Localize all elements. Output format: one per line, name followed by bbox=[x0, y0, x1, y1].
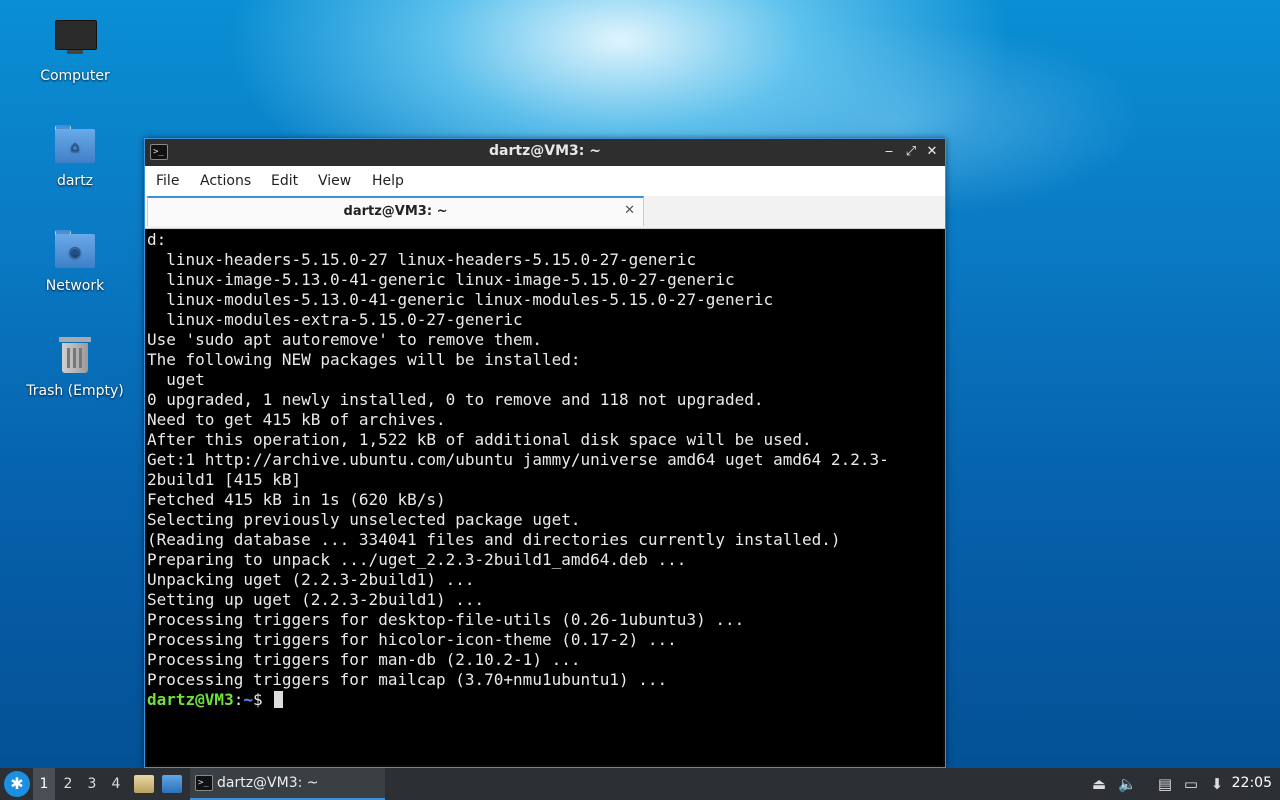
terminal-line: d: bbox=[147, 230, 167, 249]
eject-icon[interactable]: ⏏ bbox=[1090, 774, 1108, 794]
taskbar-item-label: dartz@VM3: ~ bbox=[217, 775, 319, 791]
terminal-line: linux-modules-extra-5.15.0-27-generic bbox=[147, 310, 523, 329]
close-button[interactable]: ✕ bbox=[922, 142, 942, 162]
menu-help[interactable]: Help bbox=[372, 173, 404, 189]
text-cursor bbox=[274, 691, 284, 708]
workspace-4[interactable]: 4 bbox=[105, 768, 127, 800]
clipboard-icon[interactable]: ▤ bbox=[1156, 774, 1174, 794]
volume-icon[interactable]: 🔈 bbox=[1118, 774, 1137, 794]
terminal-line: Use 'sudo apt autoremove' to remove them… bbox=[147, 330, 542, 349]
tab-bar: dartz@VM3: ~ ✕ bbox=[145, 196, 945, 229]
terminal-line: 0 upgraded, 1 newly installed, 0 to remo… bbox=[147, 390, 764, 409]
desktop-icon-label: Computer bbox=[40, 68, 110, 84]
terminal-line: Preparing to unpack .../uget_2.2.3-2buil… bbox=[147, 550, 687, 569]
workspace-2[interactable]: 2 bbox=[57, 768, 79, 800]
desktop-icon-trash[interactable]: Trash (Empty) bbox=[20, 333, 130, 399]
start-menu-icon[interactable]: ✱ bbox=[4, 771, 30, 797]
menubar: File Actions Edit View Help bbox=[145, 166, 945, 196]
tab-terminal[interactable]: dartz@VM3: ~ ✕ bbox=[147, 196, 644, 226]
terminal-line: Selecting previously unselected package … bbox=[147, 510, 581, 529]
prompt-user: dartz@VM3 bbox=[147, 690, 234, 709]
prompt-symbol: $ bbox=[252, 690, 273, 709]
terminal-line: Get:1 http://archive.ubuntu.com/ubuntu j… bbox=[147, 450, 889, 469]
terminal-line: Fetched 415 kB in 1s (620 kB/s) bbox=[147, 490, 446, 509]
taskbar: ✱ 1 2 3 4 >_ dartz@VM3: ~ ⏏ 🔈 ▤ ▭ ⬇ 22:0… bbox=[0, 768, 1280, 800]
tab-label: dartz@VM3: ~ bbox=[343, 204, 448, 219]
terminal-line: linux-modules-5.13.0-41-generic linux-mo… bbox=[147, 290, 774, 309]
menu-actions[interactable]: Actions bbox=[200, 173, 251, 189]
terminal-line: linux-headers-5.15.0-27 linux-headers-5.… bbox=[147, 250, 697, 269]
terminal-line: Unpacking uget (2.2.3-2build1) ... bbox=[147, 570, 475, 589]
terminal-line: (Reading database ... 334041 files and d… bbox=[147, 530, 841, 549]
home-folder-icon: ⌂ bbox=[53, 123, 97, 167]
workspace-1[interactable]: 1 bbox=[33, 768, 55, 800]
terminal-window: >_ dartz@VM3: ~ ‒ ⤢ ✕ File Actions Edit … bbox=[144, 138, 946, 768]
workspace-3[interactable]: 3 bbox=[81, 768, 103, 800]
desktop-icon-label: dartz bbox=[56, 173, 94, 189]
terminal-line: Processing triggers for mailcap (3.70+nm… bbox=[147, 670, 668, 689]
trash-icon bbox=[53, 333, 97, 377]
prompt-line: dartz@VM3:~$ bbox=[147, 690, 943, 710]
terminal-line: Setting up uget (2.2.3-2build1) ... bbox=[147, 590, 485, 609]
show-desktop-icon[interactable] bbox=[162, 775, 182, 793]
clock: 22:05 bbox=[1231, 775, 1272, 791]
terminal-line: The following NEW packages will be insta… bbox=[147, 350, 581, 369]
network-folder-icon: ◉ bbox=[53, 228, 97, 272]
desktop-icon-label: Network bbox=[45, 278, 105, 294]
desktop-icon-home-folder[interactable]: ⌂ dartz bbox=[20, 123, 130, 189]
terminal-icon: >_ bbox=[195, 775, 213, 791]
maximize-button[interactable]: ⤢ bbox=[901, 142, 921, 162]
minimize-button[interactable]: ‒ bbox=[879, 142, 899, 162]
network-icon[interactable]: ▭ bbox=[1182, 774, 1200, 794]
file-manager-icon[interactable] bbox=[134, 775, 154, 793]
terminal-output[interactable]: d: linux-headers-5.15.0-27 linux-headers… bbox=[147, 230, 943, 765]
desktop-icon-computer[interactable]: Computer bbox=[20, 18, 130, 84]
menu-view[interactable]: View bbox=[318, 173, 351, 189]
tab-close-icon[interactable]: ✕ bbox=[624, 203, 635, 218]
desktop-icon-label: Trash (Empty) bbox=[26, 383, 124, 399]
update-icon[interactable]: ⬇ bbox=[1208, 774, 1226, 794]
terminal-line: After this operation, 1,522 kB of additi… bbox=[147, 430, 812, 449]
prompt-separator: : bbox=[233, 690, 244, 709]
terminal-line: Need to get 415 kB of archives. bbox=[147, 410, 446, 429]
terminal-line: Processing triggers for hicolor-icon-the… bbox=[147, 630, 677, 649]
menu-edit[interactable]: Edit bbox=[271, 173, 298, 189]
terminal-lines: d: linux-headers-5.15.0-27 linux-headers… bbox=[147, 230, 943, 690]
terminal-line: Processing triggers for man-db (2.10.2-1… bbox=[147, 650, 581, 669]
computer-icon bbox=[53, 18, 97, 62]
terminal-line: linux-image-5.13.0-41-generic linux-imag… bbox=[147, 270, 735, 289]
menu-file[interactable]: File bbox=[156, 173, 179, 189]
terminal-line: Processing triggers for desktop-file-uti… bbox=[147, 610, 745, 629]
taskbar-item-terminal[interactable]: >_ dartz@VM3: ~ bbox=[190, 768, 385, 800]
desktop-icon-network[interactable]: ◉ Network bbox=[20, 228, 130, 294]
terminal-line: 2build1 [415 kB] bbox=[147, 470, 302, 489]
prompt-path: ~ bbox=[243, 690, 253, 709]
terminal-line: uget bbox=[147, 370, 205, 389]
window-title: dartz@VM3: ~ bbox=[489, 143, 601, 159]
window-titlebar[interactable]: >_ dartz@VM3: ~ ‒ ⤢ ✕ bbox=[145, 139, 945, 166]
